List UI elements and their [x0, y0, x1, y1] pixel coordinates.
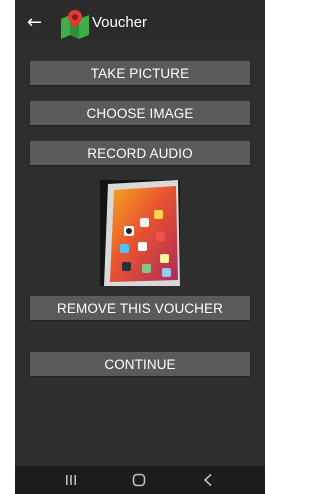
page-title: Voucher: [92, 14, 148, 31]
phone-screen: ← Voucher TAKE PICTURE CHOOSE IMAGE RECO…: [15, 0, 265, 494]
choose-image-button[interactable]: CHOOSE IMAGE: [30, 101, 250, 125]
tablet-photo-thumbnail: [100, 180, 180, 286]
remove-voucher-button[interactable]: REMOVE THIS VOUCHER: [30, 296, 250, 320]
arrow-left-icon[interactable]: ←: [27, 12, 47, 34]
back-icon[interactable]: [203, 473, 213, 487]
continue-button[interactable]: CONTINUE: [30, 352, 250, 376]
recent-apps-icon[interactable]: [65, 474, 77, 486]
home-icon[interactable]: [132, 473, 146, 487]
take-picture-button[interactable]: TAKE PICTURE: [30, 61, 250, 85]
voucher-image: [100, 180, 180, 286]
map-pin-logo-icon: [61, 10, 89, 39]
record-audio-button[interactable]: RECORD AUDIO: [30, 141, 250, 165]
system-nav-bar: [15, 466, 265, 494]
app-bar: ← Voucher: [15, 0, 265, 46]
